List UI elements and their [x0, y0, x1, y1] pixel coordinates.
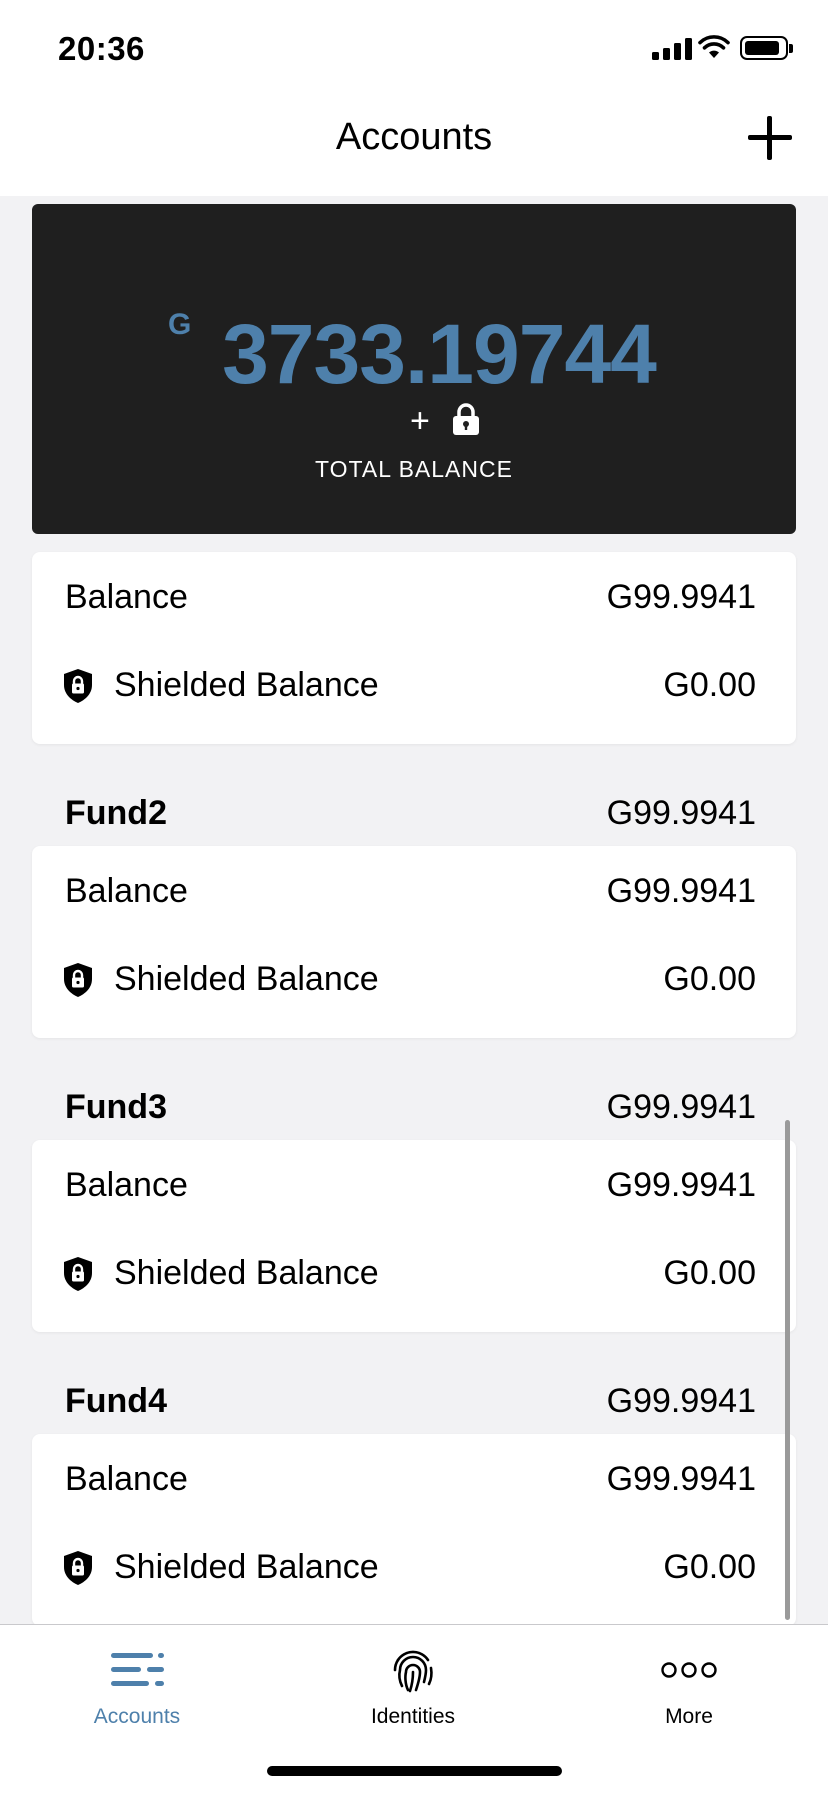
shield-lock-icon: [64, 1257, 92, 1291]
fingerprint-icon: [393, 1650, 433, 1693]
shielded-balance-value: G0.00: [663, 960, 756, 998]
shield-lock-icon: [64, 963, 92, 997]
scroll-indicator[interactable]: [785, 1120, 790, 1620]
tab-label: Identities: [370, 1705, 456, 1728]
total-balance-label: TOTAL BALANCE: [315, 456, 513, 482]
tab-accounts[interactable]: Accounts: [37, 1643, 237, 1729]
account-header[interactable]: Fund2 G99.9941: [32, 782, 796, 842]
wifi-icon: [698, 35, 730, 58]
page-title: Accounts: [335, 116, 493, 158]
plus-sign: +: [410, 402, 430, 440]
tab-more[interactable]: More: [589, 1643, 789, 1729]
balance-row[interactable]: Balance G99.9941: [32, 846, 796, 934]
shielded-balance-label: Shielded Balance: [114, 666, 379, 704]
shielded-balance-row[interactable]: Shielded Balance G0.00: [32, 934, 796, 1022]
balance-label: Balance: [65, 1166, 188, 1204]
account-total: G99.9941: [606, 1088, 756, 1126]
battery-icon: [740, 36, 793, 60]
lock-icon: [453, 403, 479, 435]
balance-row[interactable]: Balance G99.9941: [32, 1434, 796, 1522]
accounts-list[interactable]: Balance G99.9941 Shielded Balance G0.00 …: [0, 534, 828, 1624]
account-name: Fund2: [65, 794, 167, 832]
account-card[interactable]: Balance G99.9941 Shielded Balance G0.00: [32, 1434, 796, 1624]
balance-label: Balance: [65, 872, 188, 910]
shielded-balance-row[interactable]: Shielded Balance G0.00: [32, 1228, 796, 1316]
account-header[interactable]: Fund4 G99.9941: [32, 1370, 796, 1430]
account-total: G99.9941: [606, 1382, 756, 1420]
status-bar: 20:36: [0, 0, 828, 96]
account-name: Fund3: [65, 1088, 167, 1126]
shielded-balance-label: Shielded Balance: [114, 1254, 379, 1292]
shielded-balance-row[interactable]: Shielded Balance G0.00: [32, 640, 796, 728]
list-icon: [111, 1653, 164, 1686]
account-name: Fund4: [65, 1382, 167, 1420]
shield-lock-icon: [64, 669, 92, 703]
cellular-signal-icon: [652, 38, 692, 60]
account-total: G99.9941: [606, 794, 756, 832]
tab-label: Accounts: [93, 1705, 181, 1728]
account-card[interactable]: Balance G99.9941 Shielded Balance G0.00: [32, 1140, 796, 1332]
shielded-balance-value: G0.00: [663, 1254, 756, 1292]
balance-value: G99.9941: [606, 1166, 756, 1204]
account-card[interactable]: Balance G99.9941 Shielded Balance G0.00: [32, 552, 796, 744]
balance-row[interactable]: Balance G99.9941: [32, 1140, 796, 1228]
shielded-balance-row[interactable]: Shielded Balance G0.00: [32, 1522, 796, 1610]
tab-identities[interactable]: Identities: [313, 1643, 513, 1729]
balance-row[interactable]: Balance G99.9941: [32, 552, 796, 640]
total-balance-amount: 3733.19744: [222, 307, 657, 401]
balance-value: G99.9941: [606, 872, 756, 910]
account-card[interactable]: Balance G99.9941 Shielded Balance G0.00: [32, 846, 796, 1038]
balance-label: Balance: [65, 578, 188, 616]
status-time: 20:36: [58, 30, 145, 67]
navigation-bar: Accounts: [0, 96, 828, 196]
shielded-balance-value: G0.00: [663, 666, 756, 704]
add-account-button[interactable]: [748, 116, 792, 160]
home-indicator[interactable]: [267, 1766, 562, 1776]
shielded-balance-label: Shielded Balance: [114, 960, 379, 998]
balance-label: Balance: [65, 1460, 188, 1498]
balance-value: G99.9941: [606, 1460, 756, 1498]
account-header[interactable]: Fund3 G99.9941: [32, 1076, 796, 1136]
more-icon: [661, 1662, 717, 1678]
total-balance-card: G 3733.19744 + TOTAL BALANCE: [32, 204, 796, 534]
shielded-balance-label: Shielded Balance: [114, 1548, 379, 1586]
shield-lock-icon: [64, 1551, 92, 1585]
balance-value: G99.9941: [606, 578, 756, 616]
shielded-balance-value: G0.00: [663, 1548, 756, 1586]
tab-label: More: [665, 1705, 713, 1728]
